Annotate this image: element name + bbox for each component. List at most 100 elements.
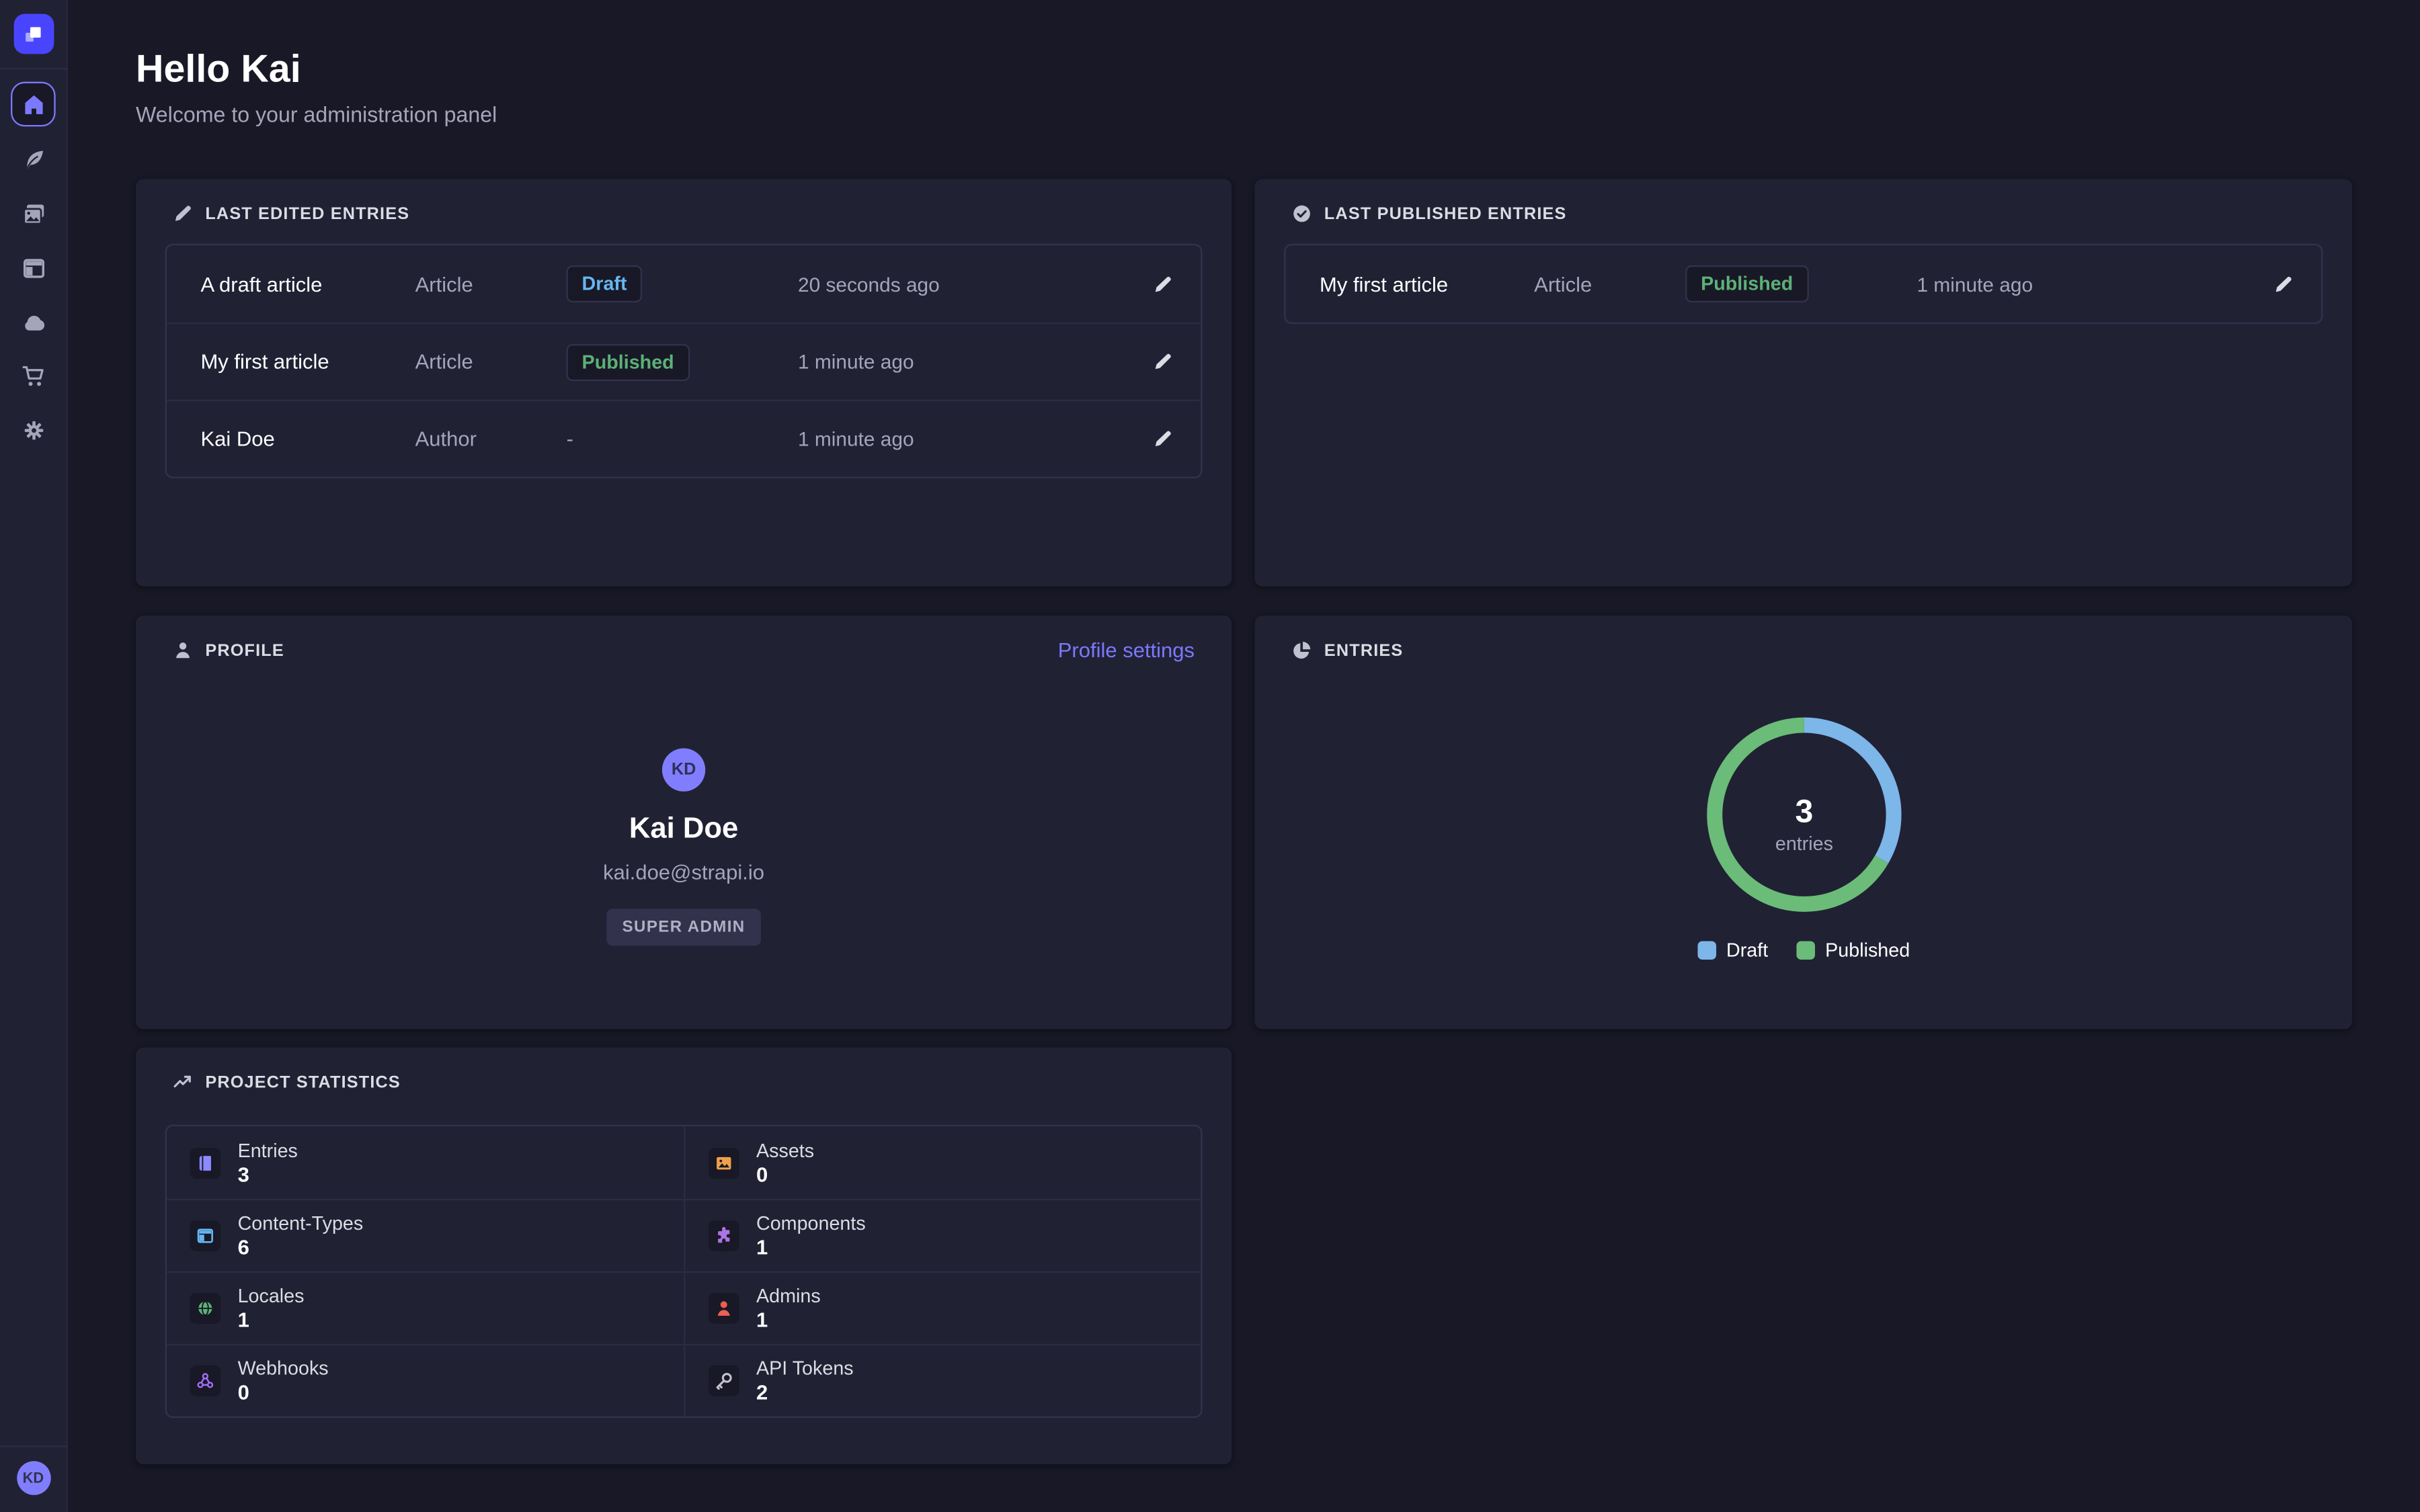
home-icon [21, 92, 46, 117]
sidebar-item-home[interactable] [11, 82, 56, 127]
status-badge: - [567, 427, 573, 450]
stat-item-locales: Locales1 [167, 1271, 684, 1344]
page-subtitle: Welcome to your administration panel [136, 102, 497, 127]
strapi-logo-icon [20, 21, 46, 47]
legend-item-draft: Draft [1697, 939, 1768, 961]
sidebar-item-media-library[interactable] [13, 194, 54, 235]
panel-header: ENTRIES [1255, 616, 2352, 661]
entries-donut-chart: 3 entries [1695, 707, 1911, 923]
donut-total: 3 [1794, 794, 1812, 830]
stat-value: 0 [238, 1381, 329, 1404]
stat-item-webhooks: Webhooks0 [167, 1344, 684, 1417]
panel-header: LAST PUBLISHED ENTRIES [1255, 179, 2352, 224]
stat-label: Components [756, 1213, 866, 1234]
sidebar: KD [0, 0, 68, 1512]
images-icon [21, 202, 46, 227]
panel-title: PROJECT STATISTICS [205, 1073, 401, 1092]
feather-icon [21, 148, 46, 173]
profile-avatar: KD [662, 749, 705, 792]
edit-entry-button[interactable] [2270, 271, 2296, 297]
stat-item-assets: Assets0 [684, 1126, 1201, 1199]
entry-type: Article [1534, 272, 1685, 295]
entry-name: My first article [1320, 272, 1534, 295]
stat-label: Entries [238, 1140, 298, 1161]
last-published-entries-panel: LAST PUBLISHED ENTRIES My first article … [1255, 179, 2352, 586]
table-row[interactable]: My first article Article Published 1 min… [1285, 245, 2321, 323]
entry-time: 1 minute ago [798, 427, 1130, 450]
profile-panel: PROFILE Profile settings KD Kai Doe kai.… [136, 616, 1232, 1029]
sidebar-divider [0, 1445, 67, 1447]
entry-time: 1 minute ago [798, 350, 1130, 373]
key-icon [709, 1366, 739, 1396]
check-circle-icon [1292, 204, 1312, 224]
layout-icon [21, 256, 46, 281]
stat-value: 1 [238, 1308, 305, 1331]
stat-value: 0 [756, 1163, 814, 1185]
sidebar-nav [11, 69, 56, 450]
stat-label: Admins [756, 1285, 821, 1306]
cloud-icon [21, 310, 46, 335]
status-badge: Published [567, 343, 690, 380]
stat-value: 2 [756, 1381, 854, 1404]
entry-type: Article [415, 272, 567, 295]
entry-name: A draft article [200, 272, 415, 295]
globe-icon [190, 1293, 220, 1324]
profile-email: kai.doe@strapi.io [603, 861, 764, 884]
pencil-icon [2273, 274, 2294, 294]
table-row[interactable]: Kai Doe Author - 1 minute ago [167, 400, 1201, 477]
profile-name: Kai Doe [629, 813, 738, 847]
stat-item-admins: Admins1 [684, 1271, 1201, 1344]
project-statistics-panel: PROJECT STATISTICS Entries3 Assets0 Cont… [136, 1048, 1232, 1464]
stat-label: Assets [756, 1140, 814, 1161]
edit-entry-button[interactable] [1150, 426, 1176, 452]
stat-value: 3 [238, 1163, 298, 1185]
sidebar-item-settings[interactable] [13, 411, 54, 451]
edit-entry-button[interactable] [1150, 271, 1176, 297]
legend-swatch-draft [1697, 941, 1716, 960]
cart-icon [21, 364, 46, 389]
sidebar-item-deploy[interactable] [13, 302, 54, 343]
pencil-icon [1153, 429, 1173, 449]
entries-panel: ENTRIES 3 entries Draft Published [1255, 616, 2352, 1029]
sidebar-item-content-manager[interactable] [13, 140, 54, 181]
entry-type: Article [415, 350, 567, 373]
panel-title: ENTRIES [1324, 641, 1404, 660]
edit-entry-button[interactable] [1150, 349, 1176, 375]
entry-time: 1 minute ago [1917, 272, 2251, 295]
stat-label: Content-Types [238, 1213, 364, 1234]
stat-item-api-tokens: API Tokens2 [684, 1344, 1201, 1417]
image-icon [709, 1147, 739, 1178]
table-row[interactable]: A draft article Article Draft 20 seconds… [167, 245, 1201, 323]
panel-header: PROJECT STATISTICS [136, 1048, 1232, 1093]
legend-label: Draft [1726, 939, 1768, 961]
entries-table: My first article Article Published 1 min… [1284, 244, 2323, 324]
puzzle-icon [709, 1220, 739, 1251]
profile-settings-link[interactable]: Profile settings [1058, 639, 1195, 662]
pencil-icon [173, 204, 193, 224]
status-badge: Published [1685, 265, 1808, 302]
entry-time: 20 seconds ago [798, 272, 1130, 295]
table-row[interactable]: My first article Article Published 1 min… [167, 323, 1201, 400]
sidebar-item-marketplace[interactable] [13, 356, 54, 396]
stat-value: 6 [238, 1236, 364, 1259]
page-title: Hello Kai [136, 48, 301, 93]
strapi-logo[interactable] [13, 14, 54, 54]
sidebar-item-content-type-builder[interactable] [13, 249, 54, 289]
profile-body: KD Kai Doe kai.doe@strapi.io SUPER ADMIN [136, 661, 1232, 946]
book-icon [190, 1147, 220, 1178]
chart-legend: Draft Published [1255, 939, 2352, 961]
entry-name: Kai Doe [200, 427, 415, 450]
entry-name: My first article [200, 350, 415, 373]
status-badge: Draft [567, 265, 643, 302]
stat-value: 1 [756, 1236, 866, 1259]
panel-header: LAST EDITED ENTRIES [136, 179, 1232, 224]
sidebar-footer: KD [0, 1445, 67, 1512]
stat-label: Locales [238, 1285, 305, 1306]
pencil-icon [1153, 274, 1173, 294]
stats-grid: Entries3 Assets0 Content-Types6 Componen… [165, 1125, 1203, 1418]
trending-up-icon [173, 1073, 193, 1093]
layout-icon [190, 1220, 220, 1251]
legend-item-published: Published [1796, 939, 1910, 961]
legend-swatch-published [1796, 941, 1815, 960]
user-avatar[interactable]: KD [16, 1461, 50, 1495]
